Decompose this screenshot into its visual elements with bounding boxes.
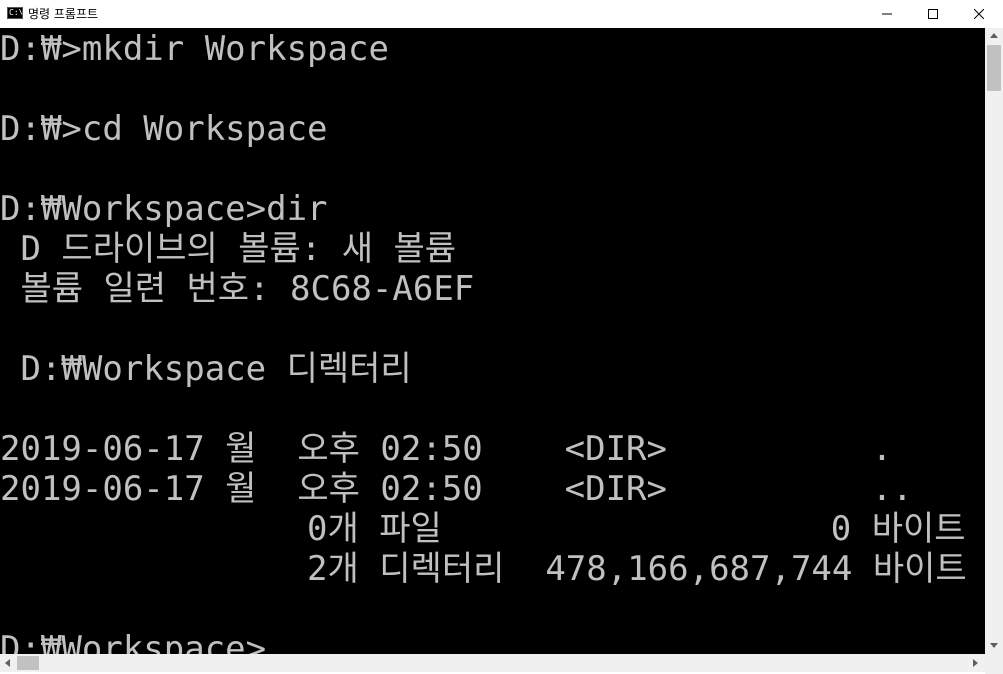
scrollbar-corner [985,654,1003,674]
maximize-button[interactable] [910,0,956,28]
console-line: D 드라이브의 볼륨: 새 볼륨 [0,229,457,269]
horizontal-scroll-thumb[interactable] [17,656,39,670]
console-line: 2019-06-17 월 오후 02:50 <DIR> . [0,429,893,469]
console-line: D:₩>cd Workspace [0,109,328,149]
horizontal-scrollbar[interactable] [0,654,985,672]
maximize-icon [928,9,938,19]
window-title: 명령 프롬프트 [28,7,99,21]
vertical-scroll-thumb[interactable] [987,45,1001,91]
console-line: 2019-06-17 월 오후 02:50 <DIR> .. [0,469,913,509]
console-line: 0개 파일 0 바이트 [0,509,966,549]
scroll-down-arrow-icon[interactable] [990,643,998,648]
console-line: 2개 디렉터리 478,166,687,744 바이트 남음 [0,549,985,589]
scroll-up-arrow-icon[interactable] [990,33,998,38]
scroll-left-arrow-icon[interactable] [5,659,10,667]
console-line: D:₩Workspace>dir [0,189,328,229]
minimize-button[interactable] [864,0,910,28]
scroll-right-arrow-icon[interactable] [973,659,978,667]
console-line: D:₩>mkdir Workspace [0,29,389,69]
minimize-icon [882,13,892,15]
console-line: 볼륨 일련 번호: 8C68-A6EF [0,269,475,309]
title-bar[interactable]: C:\ 명령 프롬프트 [0,0,1003,28]
console-line: D:₩Workspace> [0,629,267,654]
vertical-scrollbar[interactable] [985,28,1003,654]
command-prompt-icon[interactable]: C:\ [7,7,23,19]
close-button[interactable] [956,0,1002,28]
close-icon [974,9,984,19]
console-output[interactable]: D:₩>mkdir Workspace D:₩>cd Workspace D:₩… [0,28,985,654]
console-line: D:₩Workspace 디렉터리 [0,349,412,389]
